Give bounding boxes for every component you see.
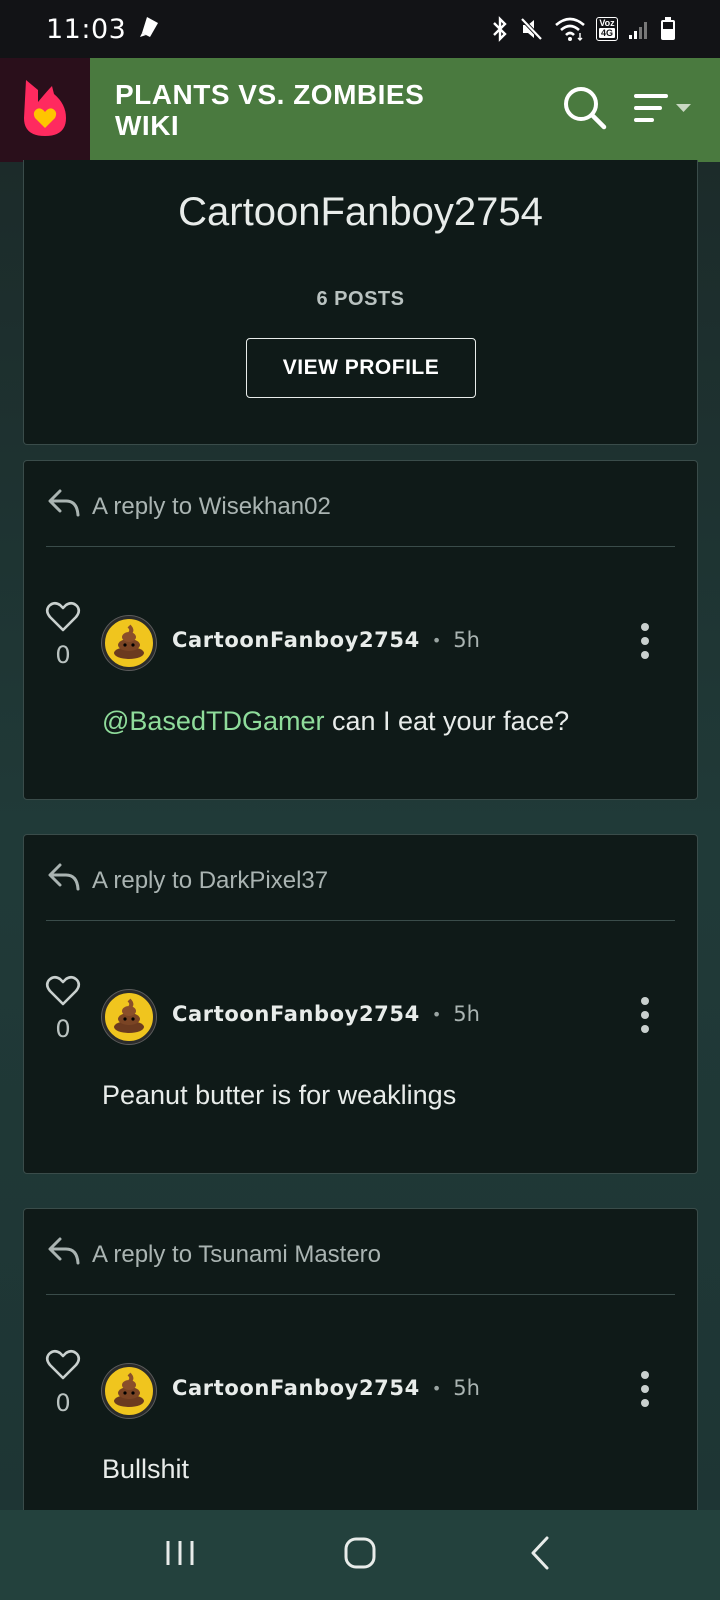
- reply-card: A reply to Tsunami Mastero 0 CartoonFanb…: [23, 1208, 698, 1548]
- view-profile-button[interactable]: VIEW PROFILE: [246, 338, 476, 398]
- fandom-logo-icon: [20, 76, 70, 144]
- wiki-title[interactable]: PLANTS VS. ZOMBIES WIKI: [115, 79, 475, 141]
- reply-to-text: A reply to Wisekhan02: [92, 492, 331, 520]
- reply-text: Bullshit: [102, 1454, 190, 1484]
- meta-separator: •: [431, 1004, 442, 1024]
- author-name[interactable]: CartoonFanboy2754: [172, 1002, 420, 1026]
- system-nav-bar: [0, 1510, 720, 1600]
- reply-text: can I eat your face?: [324, 706, 570, 736]
- user-mention[interactable]: @BasedTDGamer: [102, 706, 324, 736]
- volte-icon: Voz 4G: [596, 17, 618, 41]
- poop-avatar-icon: [109, 1369, 149, 1413]
- reply-divider: [46, 1294, 675, 1295]
- meta-separator: •: [431, 630, 442, 650]
- recents-icon: [163, 1538, 197, 1572]
- profile-username: CartoonFanboy2754: [178, 190, 543, 234]
- search-icon[interactable]: [562, 85, 608, 135]
- status-time: 11:03: [46, 13, 127, 45]
- meta-separator: •: [431, 1378, 442, 1398]
- reply-meta: CartoonFanboy2754 • 5h: [172, 624, 480, 656]
- reply-divider: [46, 920, 675, 921]
- reply-header[interactable]: A reply to Tsunami Mastero: [46, 1233, 381, 1276]
- author-name[interactable]: CartoonFanboy2754: [172, 628, 420, 652]
- poop-avatar-icon: [109, 995, 149, 1039]
- reply-meta: CartoonFanboy2754 • 5h: [172, 998, 480, 1030]
- reply-body: Peanut butter is for weaklings: [102, 1080, 456, 1111]
- avatar[interactable]: [102, 616, 156, 670]
- heart-icon[interactable]: [45, 601, 81, 637]
- back-button[interactable]: [510, 1525, 570, 1585]
- avatar[interactable]: [102, 990, 156, 1044]
- reply-card: A reply to Wisekhan02 0 CartoonFanboy275…: [23, 460, 698, 800]
- volte-top: Voz: [599, 18, 615, 28]
- page-content: CartoonFanboy2754 6 POSTS VIEW PROFILE A…: [0, 160, 720, 1548]
- poop-avatar-icon: [109, 621, 149, 665]
- more-options-icon[interactable]: [632, 995, 658, 1035]
- like-control[interactable]: 0: [44, 975, 82, 1043]
- status-right: Voz 4G: [490, 16, 676, 42]
- reply-arrow-icon: [46, 485, 82, 528]
- reply-meta: CartoonFanboy2754 • 5h: [172, 1372, 480, 1404]
- like-count: 0: [55, 641, 71, 669]
- status-left: 11:03: [46, 14, 160, 45]
- more-options-icon[interactable]: [632, 621, 658, 661]
- like-count: 0: [55, 1389, 71, 1417]
- wifi-icon: [554, 16, 586, 42]
- reply-arrow-icon: [46, 1233, 82, 1276]
- signal-icon: [628, 17, 650, 41]
- post-time: 5h: [453, 1002, 480, 1026]
- heart-icon[interactable]: [45, 975, 81, 1011]
- reply-card: A reply to DarkPixel37 0 CartoonFanboy27…: [23, 834, 698, 1174]
- notification-icon: [138, 15, 160, 43]
- post-time: 5h: [453, 628, 480, 652]
- home-button[interactable]: [330, 1525, 390, 1585]
- reply-body: @BasedTDGamer can I eat your face?: [102, 706, 569, 737]
- like-count: 0: [55, 1015, 71, 1043]
- reply-body: Bullshit: [102, 1454, 189, 1485]
- mute-icon: [520, 16, 544, 42]
- reply-to-text: A reply to Tsunami Mastero: [92, 1240, 382, 1268]
- recents-button[interactable]: [150, 1525, 210, 1585]
- reply-to-text: A reply to DarkPixel37: [92, 866, 329, 894]
- app-header: PLANTS VS. ZOMBIES WIKI: [0, 58, 720, 162]
- heart-icon[interactable]: [45, 1349, 81, 1385]
- bluetooth-icon: [490, 16, 510, 42]
- reply-header[interactable]: A reply to Wisekhan02: [46, 485, 331, 528]
- like-control[interactable]: 0: [44, 601, 82, 669]
- profile-card: CartoonFanboy2754 6 POSTS VIEW PROFILE: [23, 160, 698, 445]
- volte-bottom: 4G: [598, 28, 615, 38]
- reply-header[interactable]: A reply to DarkPixel37: [46, 859, 328, 902]
- post-time: 5h: [453, 1376, 480, 1400]
- reply-text: Peanut butter is for weaklings: [102, 1080, 457, 1110]
- status-bar: 11:03 Voz 4G: [0, 0, 720, 58]
- profile-post-count: 6 POSTS: [316, 288, 405, 310]
- like-control[interactable]: 0: [44, 1349, 82, 1417]
- home-icon: [343, 1536, 377, 1574]
- author-name[interactable]: CartoonFanboy2754: [172, 1376, 420, 1400]
- more-options-icon[interactable]: [632, 1369, 658, 1409]
- header-actions: [562, 85, 694, 135]
- battery-icon: [660, 16, 676, 42]
- reply-divider: [46, 546, 675, 547]
- fandom-logo[interactable]: [0, 58, 90, 162]
- wiki-bar: PLANTS VS. ZOMBIES WIKI: [90, 58, 720, 162]
- reply-arrow-icon: [46, 859, 82, 902]
- menu-icon[interactable]: [632, 90, 694, 130]
- avatar[interactable]: [102, 1364, 156, 1418]
- back-icon: [527, 1535, 553, 1575]
